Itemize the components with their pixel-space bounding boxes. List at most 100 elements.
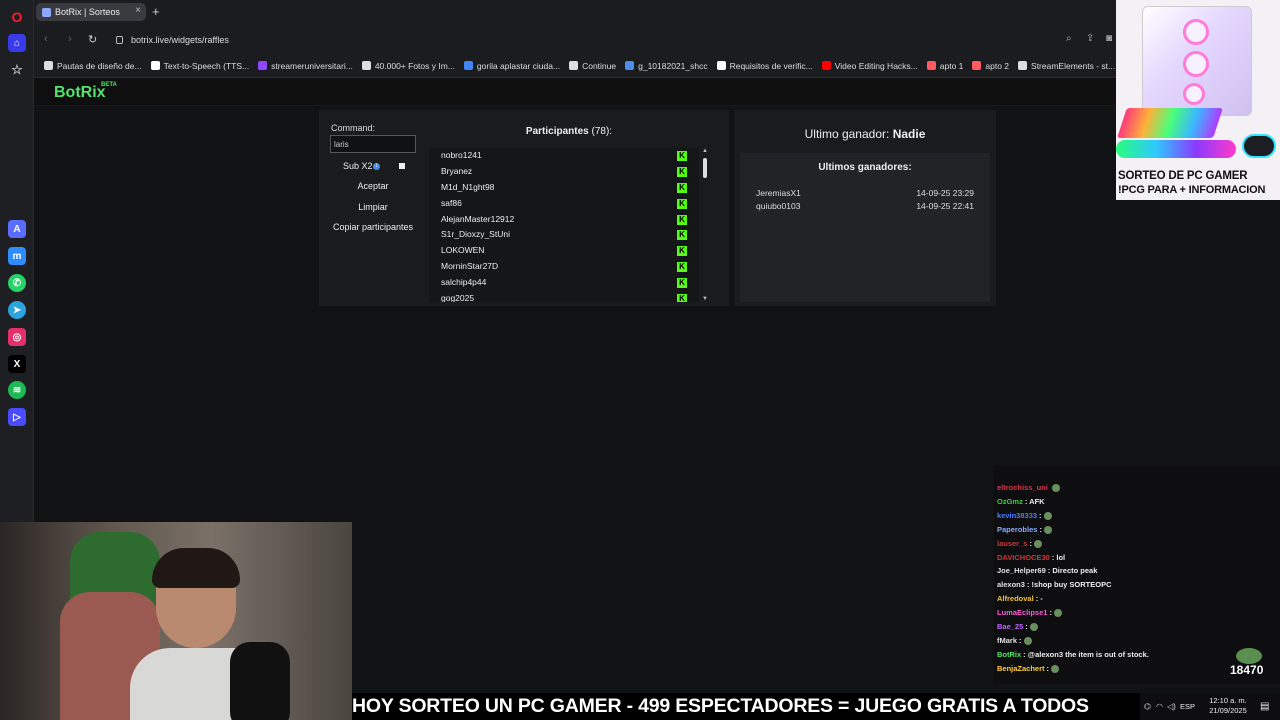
chat-text: : !shop buy SORTEOPC <box>1026 580 1112 590</box>
instagram-icon[interactable]: ◎ <box>8 328 26 346</box>
bookmark-item[interactable]: Pautas de diseño de... <box>44 61 142 71</box>
chat-username[interactable]: LumaEclipse1 <box>997 608 1047 617</box>
whatsapp-icon[interactable]: ✆ <box>8 274 26 292</box>
emote-icon <box>1029 623 1038 632</box>
bookmark-favicon-icon <box>463 61 473 70</box>
chat-username[interactable]: OzGmz <box>997 497 1023 506</box>
chat-message: lauser_s: <box>997 539 1042 548</box>
bookmark-label: 40.000+ Fotos y Im... <box>374 60 455 71</box>
copy-participants-button[interactable]: Copiar participantes <box>325 218 421 236</box>
participant-row: Bryanez K <box>429 164 699 180</box>
x-twitter-icon[interactable]: X <box>8 355 26 373</box>
fan-icon <box>1183 83 1205 105</box>
search-icon[interactable]: ⌕ <box>1066 33 1072 44</box>
reload-icon[interactable]: ↻ <box>88 33 97 46</box>
chat-username[interactable]: DAVICHOCE30 <box>997 553 1050 562</box>
new-tab-button[interactable]: + <box>152 4 160 19</box>
bookmark-item[interactable]: streameruniversitari... <box>258 61 353 71</box>
player-icon[interactable]: ▷ <box>8 408 26 426</box>
bookmark-item[interactable]: Requisitos de verific... <box>716 61 813 71</box>
kick-icon: K <box>677 151 687 161</box>
command-input[interactable] <box>330 135 416 153</box>
bookmark-item[interactable]: 40.000+ Fotos y Im... <box>361 60 455 71</box>
close-tab-icon[interactable]: × <box>135 5 141 16</box>
scroll-up-icon[interactable]: ▲ <box>702 148 708 154</box>
chat-message: LumaEclipse1: <box>997 608 1062 618</box>
share-icon[interactable]: ⇪ <box>1086 33 1094 44</box>
aria-icon[interactable]: A <box>8 220 26 238</box>
chat-username[interactable]: Paperobles <box>997 525 1037 534</box>
network-icon[interactable]: ⌬ <box>1144 702 1151 711</box>
spotify-icon[interactable]: ≋ <box>8 381 26 399</box>
bookmarks-icon[interactable]: ☆ <box>8 61 26 79</box>
winner-name: quiubo0103 <box>756 201 801 211</box>
bookmark-item[interactable]: Video Editing Hacks... <box>821 61 918 71</box>
chat-message: Bae_25: <box>997 622 1038 632</box>
bookmark-label: Pautas de diseño de... <box>57 60 142 71</box>
scroll-thumb[interactable] <box>703 158 707 178</box>
notifications-icon[interactable]: ▤ <box>1260 701 1269 712</box>
participant-name: salchip4p44 <box>441 277 487 288</box>
bookmark-item[interactable]: gorila aplastar ciuda... <box>463 60 561 71</box>
chat-username[interactable]: lauser_s <box>997 539 1027 548</box>
participant-row: M1d_N1ght98 K <box>429 180 699 196</box>
bookmark-item[interactable]: g_10182021_shcc <box>625 61 708 71</box>
info-icon[interactable]: i <box>373 163 380 170</box>
participant-row: AlejanMaster12912 K <box>429 212 699 228</box>
participant-row: gog2025 K <box>429 291 699 302</box>
participant-name: Bryanez <box>441 165 473 176</box>
botrix-logo[interactable]: BotRix <box>54 84 106 102</box>
participants-list[interactable]: nobro1241 K Bryanez K M1d_N1ght98 Ksaf86 K Alej… <box>429 148 699 302</box>
url-field[interactable]: botrix.live/widgets/raffles <box>112 31 1092 49</box>
accept-button[interactable]: Aceptar <box>330 177 416 195</box>
camera-icon[interactable]: ◙ <box>1106 33 1112 44</box>
webcam-feed <box>0 522 352 720</box>
clock[interactable]: 12:10 a. m. 21/09/2025 <box>1204 696 1252 716</box>
chat-text: : <box>1025 622 1028 631</box>
tab-botrix[interactable]: BotRix | Sorteos × <box>36 3 146 21</box>
chat-username[interactable]: alexon3 <box>997 580 1025 589</box>
forward-icon[interactable]: › <box>68 33 72 45</box>
bookmark-item[interactable]: apto 2 <box>972 61 1009 71</box>
chat-username[interactable]: fMark <box>997 636 1017 645</box>
chat-username[interactable]: kevin38333 <box>997 511 1037 520</box>
bookmark-label: gorila aplastar ciuda... <box>476 60 561 71</box>
chat-username[interactable]: Joe_Helper69 <box>997 566 1046 575</box>
chat-text: : Directo peak <box>1047 566 1098 576</box>
bookmark-favicon-icon <box>258 61 268 70</box>
volume-icon[interactable]: ◁) <box>1167 702 1176 711</box>
microphone-image <box>230 642 290 720</box>
sub-x2-label: Sub X2 <box>343 161 373 171</box>
clock-time: 12:10 a. m. <box>1209 696 1247 705</box>
chat-message: kevin38333: <box>997 511 1052 520</box>
opera-logo-icon[interactable]: O <box>8 8 26 26</box>
chat-message: eltrochiss_uni <box>997 483 1060 493</box>
chat-username[interactable]: eltrochiss_uni <box>997 483 1048 492</box>
raffle-panel: Command: Sub X2 i Aceptar Limpiar Copiar… <box>319 110 729 306</box>
promo-title: SORTEO DE PC GAMER <box>1118 170 1248 182</box>
home-icon[interactable]: ⌂ <box>8 34 26 52</box>
chat-username[interactable]: Bae_25 <box>997 622 1023 631</box>
clear-button[interactable]: Limpiar <box>330 198 416 216</box>
bookmark-item[interactable]: StreamElements - st... <box>1018 61 1115 71</box>
bookmark-item[interactable]: apto 1 <box>926 61 963 71</box>
rgb-light-bar-image <box>1116 140 1236 158</box>
winner-date: 14-09-25 22:41 <box>916 201 974 211</box>
bookmark-label: Continue <box>582 60 617 71</box>
back-icon[interactable]: ‹ <box>44 33 48 45</box>
telegram-icon[interactable]: ➤ <box>8 301 26 319</box>
participants-scrollbar[interactable]: ▲ ▼ <box>702 148 708 302</box>
chat-username[interactable]: BenjaZachert <box>997 664 1045 673</box>
scroll-down-icon[interactable]: ▼ <box>702 296 708 302</box>
fan-icon <box>1183 19 1209 45</box>
viewer-count: 18470 <box>1230 663 1264 677</box>
chat-username[interactable]: BotRix <box>997 650 1021 659</box>
language-indicator[interactable]: ESP <box>1180 702 1195 711</box>
bookmark-item[interactable]: Continue <box>569 61 616 71</box>
chat-username[interactable]: Alfredoval <box>997 594 1034 603</box>
messenger-icon[interactable]: m <box>8 247 26 265</box>
bookmark-item[interactable]: Text-to-Speech (TTS... <box>150 61 249 71</box>
wifi-icon[interactable]: ◠ <box>1156 702 1163 711</box>
emote-icon <box>1033 539 1042 548</box>
sub-x2-checkbox[interactable] <box>399 163 405 169</box>
